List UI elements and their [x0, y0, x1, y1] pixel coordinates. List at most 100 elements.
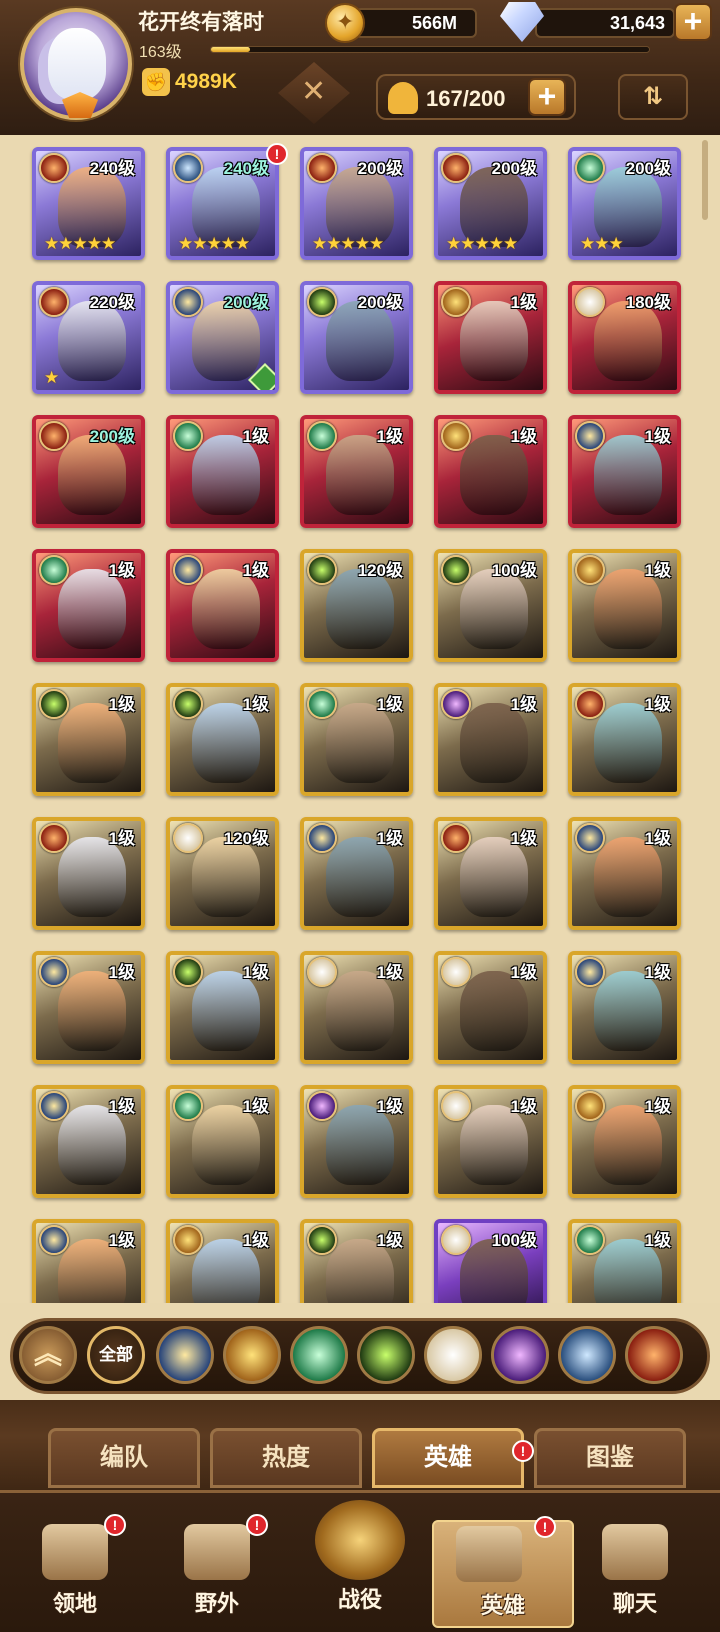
hero-card[interactable]: 1级: [166, 415, 279, 528]
hero-portrait: [594, 301, 662, 381]
hero-card[interactable]: 1级: [568, 1085, 681, 1198]
lightbearer-icon[interactable]: [156, 1326, 214, 1384]
hero-card[interactable]: 1级: [32, 817, 145, 930]
graveborn-icon[interactable]: [357, 1326, 415, 1384]
hero-card[interactable]: 1级: [300, 1219, 413, 1303]
hero-level: 1级: [242, 695, 269, 714]
hero-level: 1级: [644, 561, 671, 580]
nav-item-3[interactable]: 英雄!: [432, 1516, 574, 1628]
hero-card[interactable]: 1级: [568, 415, 681, 528]
hero-level: 1级: [376, 427, 403, 446]
nav-item-1[interactable]: 野外!: [162, 1514, 272, 1628]
hero-card[interactable]: 200级: [32, 415, 145, 528]
nav-item-4[interactable]: 聊天: [580, 1520, 690, 1628]
faction-icon: [441, 555, 471, 585]
player-level: 163级: [139, 44, 182, 61]
fist-power-icon: ✊: [142, 68, 170, 96]
hero-card[interactable]: 1级: [32, 1085, 145, 1198]
hero-card[interactable]: 1级: [568, 817, 681, 930]
hero-card[interactable]: 1级: [568, 951, 681, 1064]
hero-level: 1级: [108, 829, 135, 848]
hero-card[interactable]: 240级 ★★★★★: [32, 147, 145, 260]
wilder-icon[interactable]: [290, 1326, 348, 1384]
sort-button[interactable]: ⇅: [618, 74, 688, 120]
hero-card[interactable]: 1级: [166, 1219, 279, 1303]
hero-card[interactable]: 200级: [300, 281, 413, 394]
player-avatar[interactable]: [20, 8, 132, 120]
hero-portrait: [460, 569, 528, 649]
hero-level: 1级: [108, 695, 135, 714]
hero-card[interactable]: 1级: [300, 683, 413, 796]
hero-card[interactable]: 1级: [434, 415, 547, 528]
hero-card[interactable]: 1级: [300, 951, 413, 1064]
hero-card[interactable]: 1级: [434, 683, 547, 796]
tab-1[interactable]: 热度: [210, 1428, 362, 1488]
hero-card[interactable]: 1级: [434, 281, 547, 394]
hero-card[interactable]: 1级: [300, 415, 413, 528]
hero-card[interactable]: 1级: [434, 817, 547, 930]
hero-level: 120级: [357, 561, 403, 580]
expand-roster-button[interactable]: +: [528, 78, 566, 116]
hero-portrait: [326, 1105, 394, 1185]
hero-portrait: [594, 569, 662, 649]
hero-card[interactable]: 1级: [166, 683, 279, 796]
hero-card[interactable]: 120级: [166, 817, 279, 930]
hero-level: 180级: [625, 293, 671, 312]
hero-card[interactable]: 1级: [32, 951, 145, 1064]
tab-3[interactable]: 图鉴: [534, 1428, 686, 1488]
hero-card[interactable]: 1级: [568, 683, 681, 796]
hero-card[interactable]: 180级: [568, 281, 681, 394]
hypogean-icon[interactable]: [491, 1326, 549, 1384]
hero-card[interactable]: 1级: [32, 549, 145, 662]
hero-portrait: [192, 1105, 260, 1185]
faction-icon: [39, 689, 69, 719]
hero-portrait: [594, 837, 662, 917]
hero-card[interactable]: 100级: [434, 549, 547, 662]
faction-icon: [307, 555, 337, 585]
roster-count: 167/200: [426, 86, 506, 111]
faction-icon: [39, 957, 69, 987]
hero-card[interactable]: 1级: [32, 1219, 145, 1303]
hero-level: 1级: [644, 963, 671, 982]
crossed-swords-emblem-icon[interactable]: [278, 62, 350, 124]
celestial-icon[interactable]: [424, 1326, 482, 1384]
nav-item-2[interactable]: 战役: [300, 1500, 420, 1625]
chat-icon: [602, 1524, 668, 1580]
hero-card[interactable]: 1级: [568, 1219, 681, 1303]
hero-level: 1级: [242, 1097, 269, 1116]
hero-portrait: [326, 971, 394, 1051]
hero-card[interactable]: 1级: [166, 549, 279, 662]
tab-2[interactable]: 英雄: [372, 1428, 524, 1488]
nav-item-0[interactable]: 领地!: [20, 1514, 130, 1628]
hero-card[interactable]: 1级: [300, 817, 413, 930]
mauler-icon[interactable]: [625, 1326, 683, 1384]
filter-all-button[interactable]: 全部: [87, 1326, 145, 1384]
hero-card[interactable]: 1级: [568, 549, 681, 662]
tab-0[interactable]: 编队: [48, 1428, 200, 1488]
scrollbar[interactable]: [702, 140, 708, 220]
dimensional-icon[interactable]: [223, 1326, 281, 1384]
faction-icon: [39, 555, 69, 585]
hero-card[interactable]: 1级: [32, 683, 145, 796]
hero-card[interactable]: 1级: [166, 951, 279, 1064]
hero-card[interactable]: 1级: [166, 1085, 279, 1198]
hero-card[interactable]: 1级: [300, 1085, 413, 1198]
add-diamonds-button[interactable]: +: [674, 3, 712, 41]
hero-level: 1级: [376, 829, 403, 848]
hero-card[interactable]: 1级: [434, 951, 547, 1064]
hero-card[interactable]: 220级 ★: [32, 281, 145, 394]
hero-card[interactable]: 1级: [434, 1085, 547, 1198]
draconis-icon[interactable]: [558, 1326, 616, 1384]
hero-card[interactable]: 120级: [300, 549, 413, 662]
collapse-up-chevron-icon[interactable]: ︽: [19, 1326, 77, 1384]
hero-portrait: [192, 837, 260, 917]
hero-card[interactable]: 200级: [166, 281, 279, 394]
hero-card[interactable]: 200级 ★★★★★: [300, 147, 413, 260]
hero-card[interactable]: 200级 ★★★★★: [434, 147, 547, 260]
hero-card[interactable]: 100级: [434, 1219, 547, 1303]
hero-portrait: [58, 971, 126, 1051]
hero-portrait: [326, 703, 394, 783]
hero-card[interactable]: 240级 ★★★★★: [166, 147, 279, 260]
hero-card[interactable]: 200级 ★★★: [568, 147, 681, 260]
faction-icon: [307, 421, 337, 451]
